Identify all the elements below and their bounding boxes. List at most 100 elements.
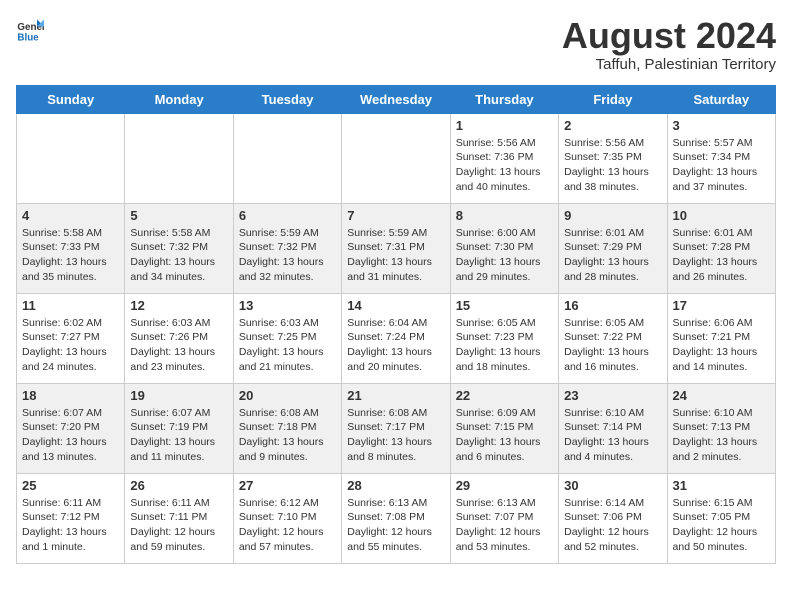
- day-info: Sunrise: 6:10 AM Sunset: 7:14 PM Dayligh…: [564, 406, 661, 465]
- week-row-5: 25 Sunrise: 6:11 AM Sunset: 7:12 PM Dayli…: [17, 473, 776, 563]
- day-number: 5: [130, 208, 227, 223]
- day-info: Sunrise: 6:05 AM Sunset: 7:23 PM Dayligh…: [456, 316, 553, 375]
- calendar-cell: 18 Sunrise: 6:07 AM Sunset: 7:20 PM Dayli…: [17, 383, 125, 473]
- calendar-table: SundayMondayTuesdayWednesdayThursdayFrid…: [16, 85, 776, 564]
- logo-icon: General Blue: [16, 16, 44, 44]
- calendar-cell: 6Sunrise: 5:59 AM Sunset: 7:32 PM Daylig…: [233, 203, 341, 293]
- calendar-cell: 22 Sunrise: 6:09 AM Sunset: 7:15 PM Dayli…: [450, 383, 558, 473]
- header-day-sunday: Sunday: [17, 85, 125, 113]
- day-info: Sunrise: 6:09 AM Sunset: 7:15 PM Dayligh…: [456, 406, 553, 465]
- day-number: 24: [673, 388, 770, 403]
- calendar-cell: 23 Sunrise: 6:10 AM Sunset: 7:14 PM Dayli…: [559, 383, 667, 473]
- day-info: Sunrise: 6:08 AM Sunset: 7:18 PM Dayligh…: [239, 406, 336, 465]
- day-number: 12: [130, 298, 227, 313]
- day-info: Sunrise: 6:11 AM Sunset: 7:12 PM Dayligh…: [22, 496, 119, 555]
- day-info: Sunrise: 5:56 AM Sunset: 7:36 PM Dayligh…: [456, 136, 553, 195]
- calendar-cell: 19 Sunrise: 6:07 AM Sunset: 7:19 PM Dayli…: [125, 383, 233, 473]
- calendar-cell: 21 Sunrise: 6:08 AM Sunset: 7:17 PM Dayli…: [342, 383, 450, 473]
- day-info: Sunrise: 5:58 AM Sunset: 7:32 PM Dayligh…: [130, 226, 227, 285]
- day-info: Sunrise: 6:06 AM Sunset: 7:21 PM Dayligh…: [673, 316, 770, 375]
- day-info: Sunrise: 5:57 AM Sunset: 7:34 PM Dayligh…: [673, 136, 770, 195]
- day-number: 3: [673, 118, 770, 133]
- day-info: Sunrise: 6:11 AM Sunset: 7:11 PM Dayligh…: [130, 496, 227, 555]
- day-info: Sunrise: 6:13 AM Sunset: 7:08 PM Dayligh…: [347, 496, 444, 555]
- calendar-cell: 7Sunrise: 5:59 AM Sunset: 7:31 PM Daylig…: [342, 203, 450, 293]
- header-day-thursday: Thursday: [450, 85, 558, 113]
- svg-text:Blue: Blue: [17, 33, 39, 44]
- day-info: Sunrise: 6:13 AM Sunset: 7:07 PM Dayligh…: [456, 496, 553, 555]
- day-number: 28: [347, 478, 444, 493]
- calendar-cell: [125, 113, 233, 203]
- day-number: 30: [564, 478, 661, 493]
- calendar-header: SundayMondayTuesdayWednesdayThursdayFrid…: [17, 85, 776, 113]
- calendar-cell: [342, 113, 450, 203]
- day-info: Sunrise: 6:03 AM Sunset: 7:26 PM Dayligh…: [130, 316, 227, 375]
- day-number: 17: [673, 298, 770, 313]
- header-day-saturday: Saturday: [667, 85, 775, 113]
- day-number: 13: [239, 298, 336, 313]
- day-info: Sunrise: 6:01 AM Sunset: 7:28 PM Dayligh…: [673, 226, 770, 285]
- day-number: 14: [347, 298, 444, 313]
- calendar-cell: 27 Sunrise: 6:12 AM Sunset: 7:10 PM Dayli…: [233, 473, 341, 563]
- calendar-cell: [233, 113, 341, 203]
- day-info: Sunrise: 5:56 AM Sunset: 7:35 PM Dayligh…: [564, 136, 661, 195]
- day-info: Sunrise: 6:08 AM Sunset: 7:17 PM Dayligh…: [347, 406, 444, 465]
- calendar-cell: [17, 113, 125, 203]
- calendar-cell: 14 Sunrise: 6:04 AM Sunset: 7:24 PM Dayli…: [342, 293, 450, 383]
- calendar-cell: 29 Sunrise: 6:13 AM Sunset: 7:07 PM Dayli…: [450, 473, 558, 563]
- page-header: General Blue August 2024 Taffuh, Palesti…: [16, 16, 776, 73]
- calendar-cell: 17 Sunrise: 6:06 AM Sunset: 7:21 PM Dayli…: [667, 293, 775, 383]
- day-info: Sunrise: 6:12 AM Sunset: 7:10 PM Dayligh…: [239, 496, 336, 555]
- day-number: 20: [239, 388, 336, 403]
- calendar-cell: 2 Sunrise: 5:56 AM Sunset: 7:35 PM Daylig…: [559, 113, 667, 203]
- calendar-cell: 3 Sunrise: 5:57 AM Sunset: 7:34 PM Daylig…: [667, 113, 775, 203]
- day-number: 7: [347, 208, 444, 223]
- day-info: Sunrise: 6:04 AM Sunset: 7:24 PM Dayligh…: [347, 316, 444, 375]
- day-info: Sunrise: 6:05 AM Sunset: 7:22 PM Dayligh…: [564, 316, 661, 375]
- day-info: Sunrise: 6:14 AM Sunset: 7:06 PM Dayligh…: [564, 496, 661, 555]
- day-info: Sunrise: 6:00 AM Sunset: 7:30 PM Dayligh…: [456, 226, 553, 285]
- week-row-2: 4Sunrise: 5:58 AM Sunset: 7:33 PM Daylig…: [17, 203, 776, 293]
- day-info: Sunrise: 6:10 AM Sunset: 7:13 PM Dayligh…: [673, 406, 770, 465]
- day-number: 23: [564, 388, 661, 403]
- calendar-cell: 20 Sunrise: 6:08 AM Sunset: 7:18 PM Dayli…: [233, 383, 341, 473]
- day-info: Sunrise: 6:02 AM Sunset: 7:27 PM Dayligh…: [22, 316, 119, 375]
- day-number: 19: [130, 388, 227, 403]
- calendar-cell: 1Sunrise: 5:56 AM Sunset: 7:36 PM Daylig…: [450, 113, 558, 203]
- day-number: 22: [456, 388, 553, 403]
- day-info: Sunrise: 6:01 AM Sunset: 7:29 PM Dayligh…: [564, 226, 661, 285]
- calendar-cell: 26 Sunrise: 6:11 AM Sunset: 7:11 PM Dayli…: [125, 473, 233, 563]
- day-number: 2: [564, 118, 661, 133]
- calendar-cell: 11Sunrise: 6:02 AM Sunset: 7:27 PM Dayli…: [17, 293, 125, 383]
- day-number: 9: [564, 208, 661, 223]
- day-number: 27: [239, 478, 336, 493]
- header-day-wednesday: Wednesday: [342, 85, 450, 113]
- day-number: 21: [347, 388, 444, 403]
- header-day-monday: Monday: [125, 85, 233, 113]
- logo: General Blue: [16, 16, 44, 44]
- day-info: Sunrise: 6:15 AM Sunset: 7:05 PM Dayligh…: [673, 496, 770, 555]
- day-number: 18: [22, 388, 119, 403]
- day-number: 29: [456, 478, 553, 493]
- day-number: 16: [564, 298, 661, 313]
- calendar-cell: 15Sunrise: 6:05 AM Sunset: 7:23 PM Dayli…: [450, 293, 558, 383]
- calendar-cell: 13 Sunrise: 6:03 AM Sunset: 7:25 PM Dayli…: [233, 293, 341, 383]
- location-subtitle: Taffuh, Palestinian Territory: [562, 56, 776, 73]
- calendar-cell: 4Sunrise: 5:58 AM Sunset: 7:33 PM Daylig…: [17, 203, 125, 293]
- day-info: Sunrise: 5:59 AM Sunset: 7:32 PM Dayligh…: [239, 226, 336, 285]
- header-row: SundayMondayTuesdayWednesdayThursdayFrid…: [17, 85, 776, 113]
- calendar-cell: 16 Sunrise: 6:05 AM Sunset: 7:22 PM Dayli…: [559, 293, 667, 383]
- day-info: Sunrise: 6:07 AM Sunset: 7:19 PM Dayligh…: [130, 406, 227, 465]
- calendar-cell: 8Sunrise: 6:00 AM Sunset: 7:30 PM Daylig…: [450, 203, 558, 293]
- day-info: Sunrise: 5:58 AM Sunset: 7:33 PM Dayligh…: [22, 226, 119, 285]
- calendar-cell: 10Sunrise: 6:01 AM Sunset: 7:28 PM Dayli…: [667, 203, 775, 293]
- calendar-body: 1Sunrise: 5:56 AM Sunset: 7:36 PM Daylig…: [17, 113, 776, 563]
- day-info: Sunrise: 6:03 AM Sunset: 7:25 PM Dayligh…: [239, 316, 336, 375]
- day-number: 26: [130, 478, 227, 493]
- week-row-1: 1Sunrise: 5:56 AM Sunset: 7:36 PM Daylig…: [17, 113, 776, 203]
- calendar-cell: 30 Sunrise: 6:14 AM Sunset: 7:06 PM Dayli…: [559, 473, 667, 563]
- day-number: 25: [22, 478, 119, 493]
- calendar-cell: 25 Sunrise: 6:11 AM Sunset: 7:12 PM Dayli…: [17, 473, 125, 563]
- day-info: Sunrise: 6:07 AM Sunset: 7:20 PM Dayligh…: [22, 406, 119, 465]
- week-row-4: 18 Sunrise: 6:07 AM Sunset: 7:20 PM Dayli…: [17, 383, 776, 473]
